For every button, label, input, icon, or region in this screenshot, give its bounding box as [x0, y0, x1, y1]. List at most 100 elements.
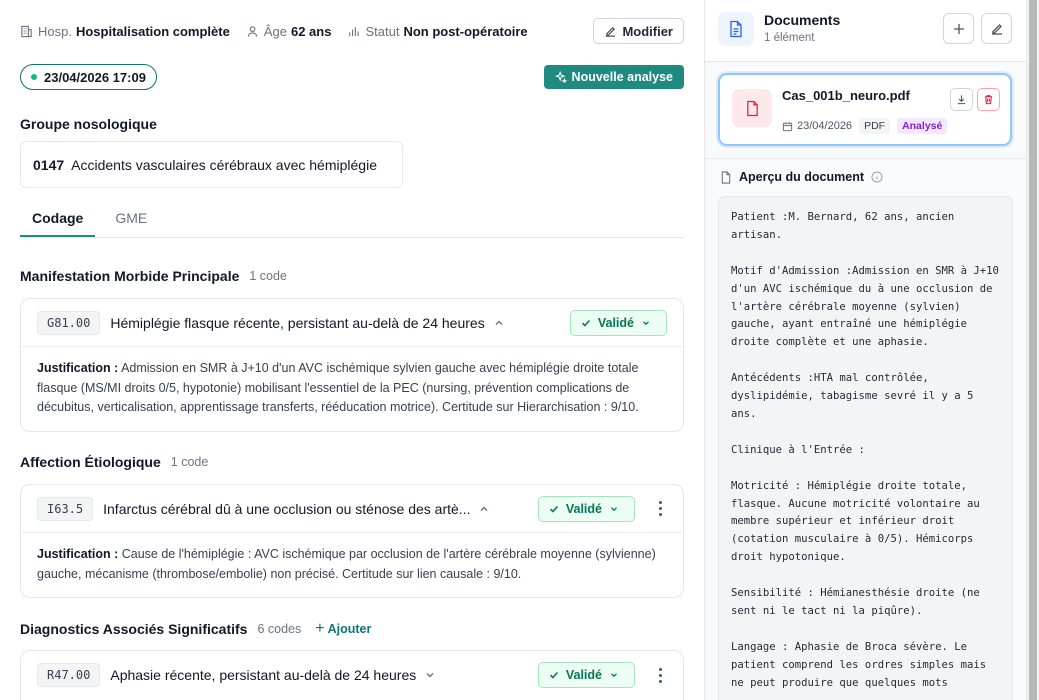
edit-icon	[991, 23, 1002, 35]
more-options-icon[interactable]	[653, 667, 667, 683]
chevron-up-icon[interactable]	[493, 317, 505, 329]
age-label: Âge	[263, 23, 287, 39]
plus-icon: +	[315, 620, 325, 637]
tab-bar: Codage GME	[20, 202, 684, 238]
documents-header: Documents 1 élément	[705, 0, 1026, 62]
chevron-down-icon	[611, 506, 617, 511]
analysed-badge: Analysé	[897, 118, 948, 134]
download-button[interactable]	[950, 88, 973, 111]
documents-count: 1 élément	[764, 32, 815, 44]
chevron-down-icon	[643, 320, 649, 325]
mmp-count: 1 code	[249, 269, 287, 283]
status-label: Validé	[597, 315, 634, 330]
add-document-button[interactable]	[943, 13, 974, 44]
code-chip: I63.5	[37, 496, 94, 521]
hosp-value: Hospitalisation complète	[75, 23, 230, 39]
add-code-button[interactable]: + Ajouter	[315, 620, 371, 638]
hosp-info: Hosp. Hospitalisation complète	[20, 24, 230, 39]
hosp-label: Hosp.	[38, 23, 72, 39]
chevron-down-icon[interactable]	[424, 669, 436, 681]
groupe-label: Accidents vasculaires cérébraux avec hém…	[71, 156, 377, 173]
bar-chart-icon	[349, 26, 360, 36]
documents-panel: Documents 1 élément Cas_001b_neuro.pdf 2…	[704, 0, 1026, 700]
calendar-icon	[782, 121, 793, 131]
file-type-badge: PDF	[859, 118, 891, 134]
check-icon	[549, 671, 558, 679]
das-title: Diagnostics Associés Significatifs	[20, 621, 248, 637]
info-icon[interactable]	[871, 171, 883, 183]
justification: Justification : Cause de l'hémiplégie : …	[21, 533, 683, 598]
groupe-title: Groupe nosologique	[20, 116, 157, 132]
ae-title: Affection Étiologique	[20, 454, 161, 470]
justification-label: Justification :	[37, 361, 119, 375]
code-chip: G81.00	[37, 310, 101, 335]
scrollbar-thumb[interactable]	[1029, 0, 1037, 700]
page-scrollbar[interactable]	[1026, 0, 1039, 700]
download-icon	[957, 95, 966, 105]
ae-section-title: Affection Étiologique 1 code	[20, 454, 208, 470]
mmp-code-card: G81.00 Hémiplégie flasque récente, persi…	[20, 298, 684, 432]
mmp-card-header[interactable]: G81.00 Hémiplégie flasque récente, persi…	[21, 299, 683, 347]
age-info: Âge 62 ans	[246, 23, 332, 39]
check-icon	[581, 319, 590, 327]
document-meta: 23/04/2026 PDF Analysé	[782, 118, 948, 134]
main-panel: Hosp. Hospitalisation complète Âge 62 an…	[0, 0, 704, 700]
code-chip: R47.00	[37, 663, 101, 687]
new-analysis-button[interactable]: Nouvelle analyse	[543, 65, 684, 89]
justification: Justification : Admission en SMR à J+10 …	[21, 347, 683, 432]
edit-icon	[606, 26, 616, 37]
chevron-down-icon	[611, 673, 617, 678]
document-name: Cas_001b_neuro.pdf	[782, 88, 910, 103]
ae-card-header[interactable]: I63.5 Infarctus cérébral dû à une occlus…	[21, 485, 683, 533]
mmp-title: Manifestation Morbide Principale	[20, 268, 240, 284]
preview-title-row: Aperçu du document	[720, 170, 890, 184]
analysis-date-pill[interactable]: 23/04/2026 17:09	[20, 64, 157, 90]
mmp-section-title: Manifestation Morbide Principale 1 code	[20, 268, 287, 284]
document-date: 23/04/2026	[797, 120, 853, 132]
das-count: 6 codes	[257, 622, 302, 636]
document-preview-text: Patient :M. Bernard, 62 ans, ancien arti…	[718, 196, 1013, 700]
documents-title: Documents	[764, 12, 841, 28]
status-label: Validé	[565, 501, 602, 516]
file-icon	[721, 170, 731, 184]
justification-text: Cause de l'hémiplégie : AVC ischémique p…	[37, 547, 656, 581]
more-options-icon[interactable]	[653, 501, 667, 516]
das-card-header[interactable]: R47.00 Aphasie récente, persistant au-de…	[21, 651, 683, 699]
statut-info: Statut Non post-opératoire	[347, 23, 528, 39]
divider	[705, 158, 1026, 159]
code-label: Hémiplégie flasque récente, persistant a…	[110, 314, 485, 331]
validated-status-dropdown[interactable]: Validé	[537, 662, 635, 688]
sparkle-icon	[554, 71, 567, 83]
chevron-up-icon[interactable]	[478, 503, 490, 515]
groupe-box: 0147 Accidents vasculaires cérébraux ave…	[20, 141, 403, 188]
preview-title: Aperçu du document	[739, 170, 865, 184]
document-icon	[718, 12, 754, 46]
modifier-button[interactable]: Modifier	[593, 18, 684, 44]
das-section-title: Diagnostics Associés Significatifs 6 cod…	[20, 620, 371, 638]
new-analysis-label: Nouvelle analyse	[571, 70, 673, 84]
add-label: Ajouter	[327, 622, 372, 636]
age-value: 62 ans	[290, 23, 332, 39]
document-card[interactable]: Cas_001b_neuro.pdf 23/04/2026 PDF Analys…	[718, 73, 1012, 146]
check-icon	[549, 505, 558, 513]
plus-icon	[953, 23, 964, 34]
justification-text: Admission en SMR à J+10 d'un AVC ischémi…	[37, 361, 639, 414]
tab-gme[interactable]: GME	[103, 202, 159, 237]
das-code-card: R47.00 Aphasie récente, persistant au-de…	[20, 650, 684, 700]
code-label: Aphasie récente, persistant au-delà de 2…	[110, 667, 417, 683]
statut-label: Statut	[365, 23, 400, 39]
validated-status-dropdown[interactable]: Validé	[569, 309, 667, 336]
justification-label: Justification :	[37, 547, 119, 561]
analysis-date: 23/04/2026 17:09	[44, 69, 146, 85]
ae-count: 1 code	[170, 455, 209, 469]
ae-code-card: I63.5 Infarctus cérébral dû à une occlus…	[20, 484, 684, 598]
validated-status-dropdown[interactable]: Validé	[537, 495, 635, 522]
delete-button[interactable]	[977, 88, 1000, 111]
groupe-code: 0147	[33, 156, 65, 173]
user-icon	[247, 25, 258, 37]
status-label: Validé	[565, 668, 602, 682]
tab-codage[interactable]: Codage	[20, 202, 96, 237]
edit-documents-button[interactable]	[981, 13, 1012, 44]
status-dot	[31, 74, 37, 80]
statut-value: Non post-opératoire	[403, 23, 528, 39]
